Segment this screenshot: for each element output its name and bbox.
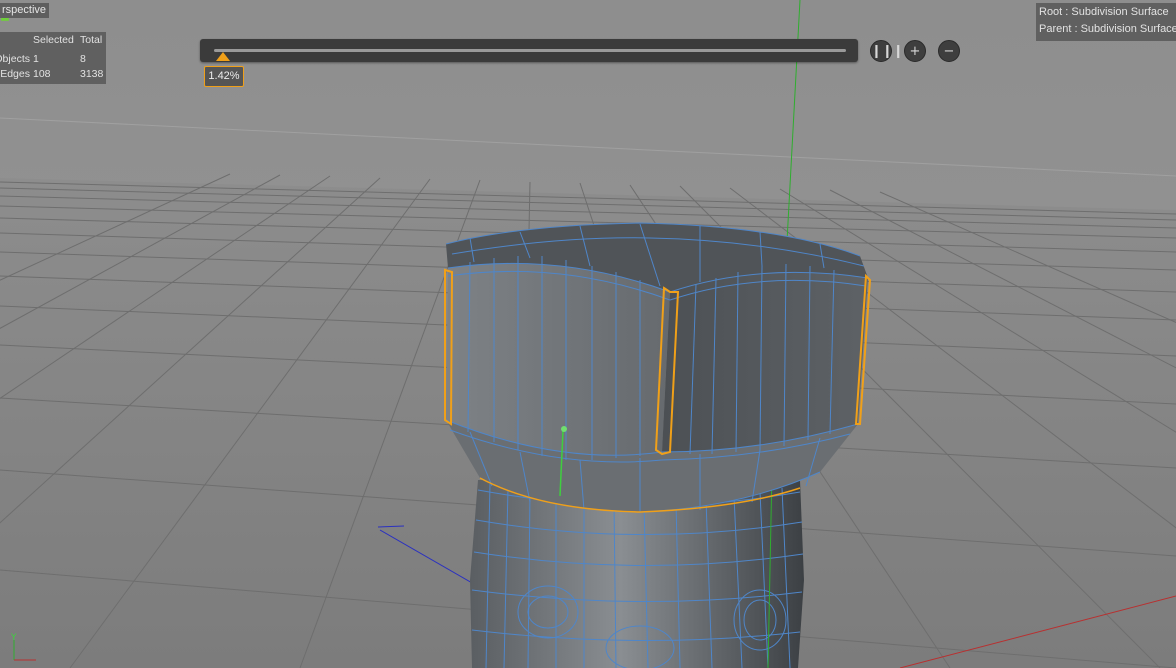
stats-row-label: Edges (0, 68, 30, 80)
stats-header-total: Total (80, 34, 103, 46)
minus-button[interactable]: − (938, 40, 960, 62)
stats-row-edges: Edges 108 3138 (0, 67, 106, 81)
3d-viewport[interactable]: Y ◼ rspective Selected Total Objects 1 8… (0, 0, 1176, 668)
bevel-offset-slider[interactable] (200, 39, 858, 62)
viewport-scene[interactable]: Y (0, 0, 1176, 668)
stats-header-selected: Selected (33, 34, 74, 46)
mesh-cap[interactable] (444, 222, 872, 513)
view-name-label[interactable]: rspective (0, 3, 50, 18)
stats-row-total: 3138 (80, 68, 104, 80)
hud-root: Root : Subdivision Surface (1039, 6, 1169, 18)
pause-button[interactable]: ❙❙❙ (870, 40, 904, 62)
axis-y-label: Y (10, 633, 17, 643)
stats-row-label: Objects (0, 53, 30, 65)
stats-row-selected: 1 (33, 53, 39, 65)
hud-parent: Parent : Subdivision Surface (1039, 23, 1176, 35)
stats-row-total: 8 (80, 53, 86, 65)
stats-row-selected: 108 (33, 68, 51, 80)
hierarchy-hud: Root : Subdivision Surface Parent : Subd… (1036, 3, 1176, 41)
stats-row-objects: Objects 1 8 (0, 52, 106, 66)
slider-track[interactable] (214, 49, 846, 52)
triangle-handle-icon[interactable] (215, 52, 230, 61)
selection-stats-panel: Selected Total Objects 1 8 Edges 108 313… (0, 32, 106, 84)
slider-value-readout[interactable]: 1.42% (204, 66, 244, 87)
stats-header-row: Selected Total (0, 33, 106, 47)
plus-button[interactable]: + (904, 40, 926, 62)
